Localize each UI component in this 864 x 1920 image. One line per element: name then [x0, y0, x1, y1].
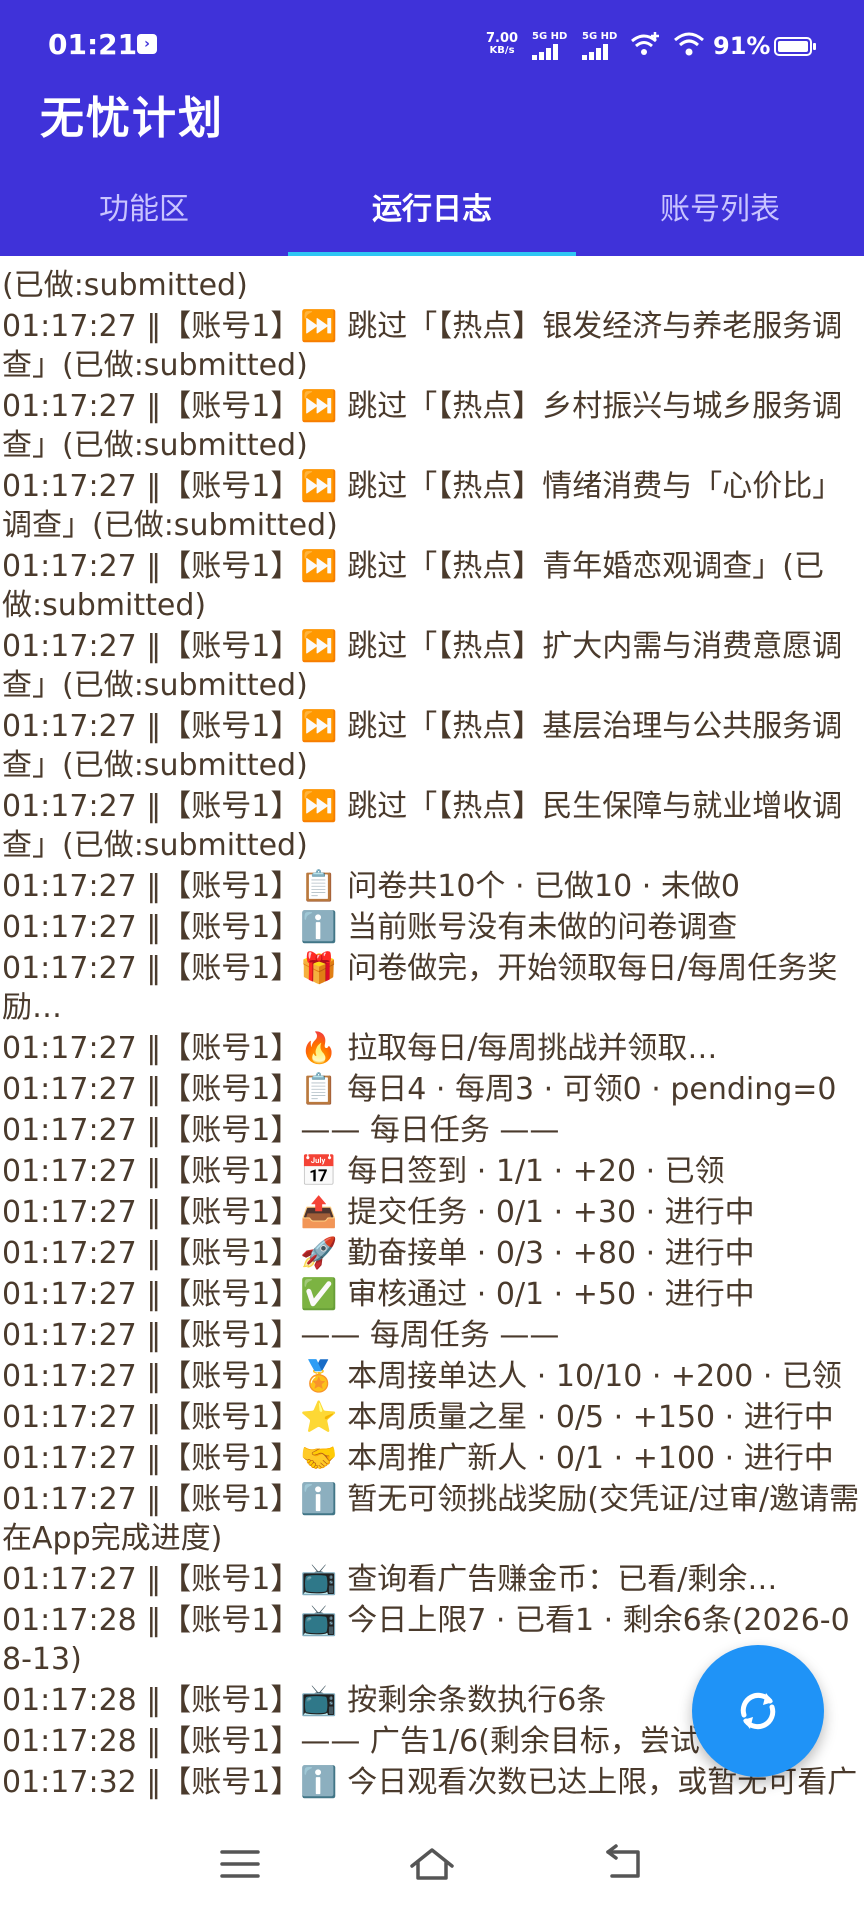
log-line: 01:17:27 ‖【账号1】⏭️ 跳过「【热点】青年婚恋观调查」(已做:sub… [2, 549, 824, 623]
log-line: (已做:submitted) [2, 268, 248, 303]
log-line: 01:17:27 ‖【账号1】⏭️ 跳过「【热点】基层治理与公共服务调查」(已做… [2, 709, 843, 783]
log-line: 01:17:27 ‖【账号1】⏭️ 跳过「【热点】情绪消费与「心价比」调查」(已… [2, 469, 843, 543]
network-speed-value: 7.00 [486, 31, 519, 46]
log-line: 01:17:27 ‖【账号1】—— 每周任务 —— [2, 1318, 560, 1353]
log-line: 01:17:27 ‖【账号1】📋 每日4 · 每周3 · 可领0 · pendi… [2, 1072, 837, 1107]
wifi-calling-icon [631, 32, 659, 55]
wifi-icon [674, 32, 704, 56]
log-line: 01:17:27 ‖【账号1】⏭️ 跳过「【热点】乡村振兴与城乡服务调查」(已做… [2, 389, 843, 463]
menu-icon[interactable] [210, 1842, 270, 1886]
log-line: 01:17:27 ‖【账号1】🚀 勤奋接单 · 0/3 · +80 · 进行中 [2, 1236, 755, 1271]
tab-bar: 功能区 运行日志 账号列表 [0, 180, 864, 256]
signal-icon-2 [582, 44, 614, 60]
network-speed: 7.00 KB/s [486, 32, 518, 57]
refresh-button[interactable] [692, 1645, 824, 1777]
app-header: 01:21 › 7.00 KB/s 5G HD 5G HD 91% 无忧计划 功… [0, 0, 864, 256]
log-line: 01:17:27 ‖【账号1】🔥 拉取每日/每周挑战并领取… [2, 1031, 718, 1066]
app-title: 无忧计划 [40, 93, 224, 144]
log-line: 01:17:27 ‖【账号1】⏭️ 跳过「【热点】民生保障与就业增收调查」(已做… [2, 789, 843, 863]
tab-account-list[interactable]: 账号列表 [576, 180, 864, 256]
log-line: 01:17:27 ‖【账号1】📅 每日签到 · 1/1 · +20 · 已领 [2, 1154, 725, 1189]
log-line: 01:17:27 ‖【账号1】✅ 审核通过 · 0/1 · +50 · 进行中 [2, 1277, 755, 1312]
network-type-2: 5G HD [582, 31, 618, 42]
vpn-icon: › [137, 34, 157, 54]
battery-percent: 91% [713, 32, 771, 60]
tab-run-log[interactable]: 运行日志 [288, 180, 576, 256]
home-icon[interactable] [402, 1842, 462, 1886]
system-nav-bar [0, 1802, 864, 1920]
log-line: 01:17:27 ‖【账号1】📤 提交任务 · 0/1 · +30 · 进行中 [2, 1195, 755, 1230]
run-log-list[interactable]: (已做:submitted) 01:17:27 ‖【账号1】⏭️ 跳过「【热点】… [0, 256, 864, 1802]
log-line: 01:17:27 ‖【账号1】📺 查询看广告赚金币：已看/剩余… [2, 1562, 778, 1597]
log-line: 01:17:27 ‖【账号1】⭐ 本周质量之星 · 0/5 · +150 · 进… [2, 1400, 834, 1435]
status-time: 01:21 [48, 28, 138, 61]
status-bar: 01:21 › 7.00 KB/s 5G HD 5G HD 91% [0, 0, 864, 90]
network-type-1: 5G HD [532, 31, 568, 42]
log-line: 01:17:27 ‖【账号1】ℹ️ 当前账号没有未做的问卷调查 [2, 910, 738, 945]
log-line: 01:17:27 ‖【账号1】🤝 本周推广新人 · 0/1 · +100 · 进… [2, 1441, 834, 1476]
battery-icon [774, 37, 816, 56]
log-line: 01:17:27 ‖【账号1】🏅 本周接单达人 · 10/10 · +200 ·… [2, 1359, 842, 1394]
log-line: 01:17:27 ‖【账号1】📋 问卷共10个 · 已做10 · 未做0 [2, 869, 740, 904]
log-line: 01:17:27 ‖【账号1】⏭️ 跳过「【热点】银发经济与养老服务调查」(已做… [2, 309, 843, 383]
tab-functions[interactable]: 功能区 [0, 180, 288, 256]
signal-icon-1 [532, 44, 564, 60]
log-line: 01:17:27 ‖【账号1】⏭️ 跳过「【热点】扩大内需与消费意愿调查」(已做… [2, 629, 843, 703]
refresh-icon [740, 1692, 776, 1730]
back-icon[interactable] [594, 1842, 654, 1886]
log-line: 01:17:27 ‖【账号1】🎁 问卷做完，开始领取每日/每周任务奖励… [2, 951, 838, 1025]
log-line: 01:17:27 ‖【账号1】—— 每日任务 —— [2, 1113, 560, 1148]
network-speed-unit: KB/s [489, 45, 515, 56]
log-line: 01:17:27 ‖【账号1】ℹ️ 暂无可领挑战奖励(交凭证/过审/邀请需在Ap… [2, 1482, 860, 1556]
